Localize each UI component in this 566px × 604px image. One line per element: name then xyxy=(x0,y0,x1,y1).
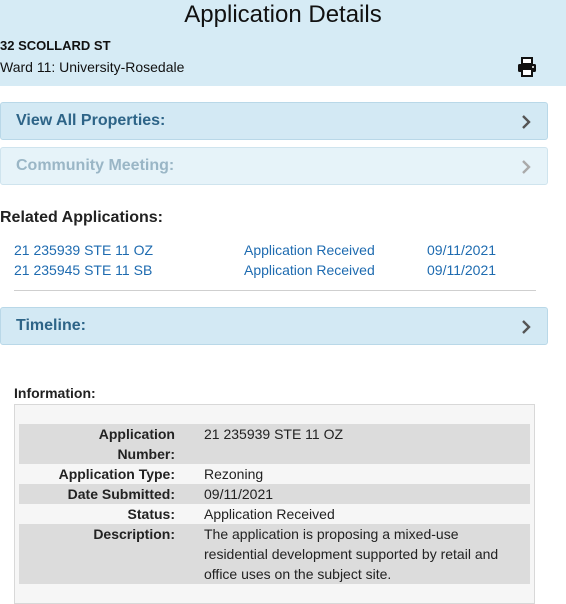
ward-label: Ward 11: University-Rosedale xyxy=(0,59,185,75)
info-row-application-number: Application Number: 21 235939 STE 11 OZ xyxy=(19,424,530,464)
related-application-date: 09/11/2021 xyxy=(427,262,497,278)
info-row-status: Status: Application Received xyxy=(19,504,530,524)
related-application-status: Application Received xyxy=(244,262,375,278)
timeline-label: Timeline: xyxy=(16,317,86,334)
status-label: Status: xyxy=(127,506,175,522)
description-line-2: residential development supported by ret… xyxy=(204,546,499,562)
chevron-right-icon xyxy=(522,115,531,129)
page-header: Application Details 32 SCOLLARD ST Ward … xyxy=(0,0,566,86)
info-row-date-submitted: Date Submitted: 09/11/2021 xyxy=(19,484,530,504)
status-value: Application Received xyxy=(204,506,335,522)
related-applications-heading: Related Applications: xyxy=(0,209,163,226)
description-line-1: The application is proposing a mixed-use xyxy=(204,526,459,542)
chevron-right-icon xyxy=(522,160,531,174)
related-application-row: 21 235945 STE 11 SB Application Received… xyxy=(0,262,548,280)
application-number-label-1: Application xyxy=(98,426,175,442)
application-number-value: 21 235939 STE 11 OZ xyxy=(204,426,344,442)
related-application-link[interactable]: 21 235945 STE 11 SB xyxy=(14,262,152,278)
date-submitted-label: Date Submitted: xyxy=(67,486,175,502)
timeline-panel[interactable]: Timeline: xyxy=(0,307,548,345)
application-type-label: Application Type: xyxy=(58,466,175,482)
community-meeting-panel[interactable]: Community Meeting: xyxy=(0,147,548,185)
divider xyxy=(14,290,536,291)
community-meeting-label: Community Meeting: xyxy=(16,157,175,174)
information-heading: Information: xyxy=(14,385,96,401)
date-submitted-value: 09/11/2021 xyxy=(204,486,274,502)
property-address: 32 SCOLLARD ST xyxy=(0,38,111,53)
related-application-link[interactable]: 21 235939 STE 11 OZ xyxy=(14,242,153,258)
chevron-right-icon xyxy=(522,320,531,334)
info-row-application-type: Application Type: Rezoning xyxy=(19,464,530,484)
info-row-description: Description: The application is proposin… xyxy=(19,524,530,584)
printer-icon[interactable] xyxy=(516,56,538,78)
application-type-value: Rezoning xyxy=(204,466,264,482)
description-label: Description: xyxy=(93,526,175,542)
related-application-row: 21 235939 STE 11 OZ Application Received… xyxy=(0,242,548,260)
related-application-date: 09/11/2021 xyxy=(427,242,497,258)
view-all-properties-panel[interactable]: View All Properties: xyxy=(0,102,548,140)
application-number-label-2: Number: xyxy=(117,446,175,462)
description-line-3: office uses on the subject site. xyxy=(204,566,392,582)
view-all-properties-label: View All Properties: xyxy=(16,112,166,129)
page-title: Application Details xyxy=(184,1,382,28)
related-application-status: Application Received xyxy=(244,242,375,258)
